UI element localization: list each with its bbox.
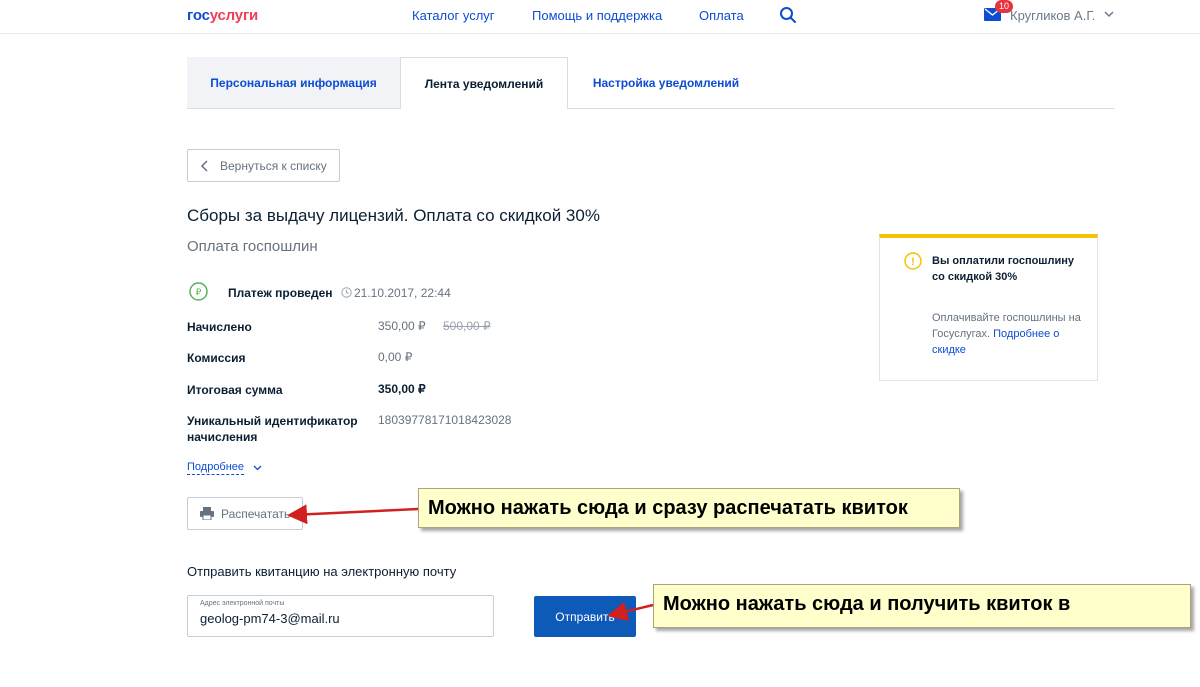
send-button[interactable]: Отправить — [534, 596, 636, 637]
send-receipt-heading: Отправить квитанцию на электронную почту — [187, 564, 457, 579]
detail-label-charged: Начислено — [187, 320, 252, 334]
detail-value-total: 350,00 ₽ — [378, 382, 426, 396]
back-button-label: Вернуться к списку — [220, 158, 327, 173]
info-card-text: Оплачивайте госпошлины на Госуслугах. По… — [932, 310, 1082, 358]
logo-part-uslugi: услуги — [209, 7, 259, 24]
detail-value-charged: 350,00 ₽ — [378, 319, 426, 333]
send-annotation-callout: Можно нажать сюда и получить квиток в — [653, 584, 1191, 628]
top-header: госуслуги Каталог услуг Помощь и поддерж… — [0, 0, 1200, 34]
info-card-title: Вы оплатили госпошлину со скидкой 30% — [932, 255, 1074, 283]
print-button[interactable]: Распечатать — [187, 497, 303, 530]
print-annotation-text: Можно нажать сюда и сразу распечатать кв… — [428, 496, 908, 519]
more-details-link[interactable]: Подробнее — [187, 461, 245, 475]
nav-catalog-link[interactable]: Каталог услуг — [412, 8, 495, 23]
detail-value-uid: 18039778171018423028 — [378, 413, 512, 427]
nav-payment-link[interactable]: Оплата — [699, 8, 744, 23]
payment-status-icon: ₽ — [189, 282, 208, 301]
chevron-down-icon[interactable] — [253, 465, 262, 471]
print-button-label: Распечатать — [221, 506, 291, 521]
back-to-list-button[interactable]: Вернуться к списку — [187, 149, 340, 182]
detail-value-commission: 0,00 ₽ — [378, 350, 413, 364]
warning-icon: ! — [904, 252, 922, 270]
detail-label-uid-line2: начисления — [187, 430, 258, 444]
detail-old-value-charged: 500,00 ₽ — [443, 319, 491, 333]
payment-status-label: Платеж проведен — [228, 286, 333, 300]
clock-icon — [341, 287, 352, 298]
logo-part-gos: гос — [187, 7, 210, 24]
status-icon-glyph: ₽ — [196, 288, 202, 298]
nav-help-link[interactable]: Помощь и поддержка — [532, 8, 662, 23]
page-subtitle: Оплата госпошлин — [187, 238, 318, 255]
tabs-divider — [568, 108, 1114, 109]
detail-label-total: Итоговая сумма — [187, 383, 283, 397]
profile-tabs: Персональная информация Лента уведомлени… — [187, 57, 1114, 109]
payment-timestamp: 21.10.2017, 22:44 — [354, 286, 451, 300]
detail-label-commission: Комиссия — [187, 351, 246, 365]
tab-notifications-feed[interactable]: Лента уведомлений — [400, 57, 568, 109]
email-field-label: Адрес электронной почты — [200, 600, 285, 607]
search-icon[interactable] — [779, 6, 797, 24]
user-name[interactable]: Кругликов А.Г. — [1010, 8, 1095, 23]
chevron-left-icon — [200, 159, 208, 172]
tab-personal-info[interactable]: Персональная информация — [187, 57, 400, 109]
discount-info-card: ! Вы оплатили госпошлину со скидкой 30% … — [879, 234, 1098, 381]
print-arrow — [287, 504, 419, 525]
warning-icon-glyph: ! — [911, 256, 915, 268]
email-input[interactable] — [200, 611, 480, 626]
email-field[interactable]: Адрес электронной почты — [187, 595, 494, 637]
printer-icon — [200, 507, 214, 520]
send-annotation-text: Можно нажать сюда и получить квиток в — [663, 593, 1071, 615]
print-annotation-callout: Можно нажать сюда и сразу распечатать кв… — [418, 488, 960, 528]
detail-label-uid-line1: Уникальный идентификатор — [187, 414, 358, 428]
page-title: Сборы за выдачу лицензий. Оплата со скид… — [187, 206, 600, 225]
chevron-down-icon[interactable] — [1104, 11, 1114, 18]
tab-notification-settings[interactable]: Настройка уведомлений — [568, 57, 764, 109]
gosuslugi-logo[interactable]: госуслуги — [187, 7, 258, 24]
